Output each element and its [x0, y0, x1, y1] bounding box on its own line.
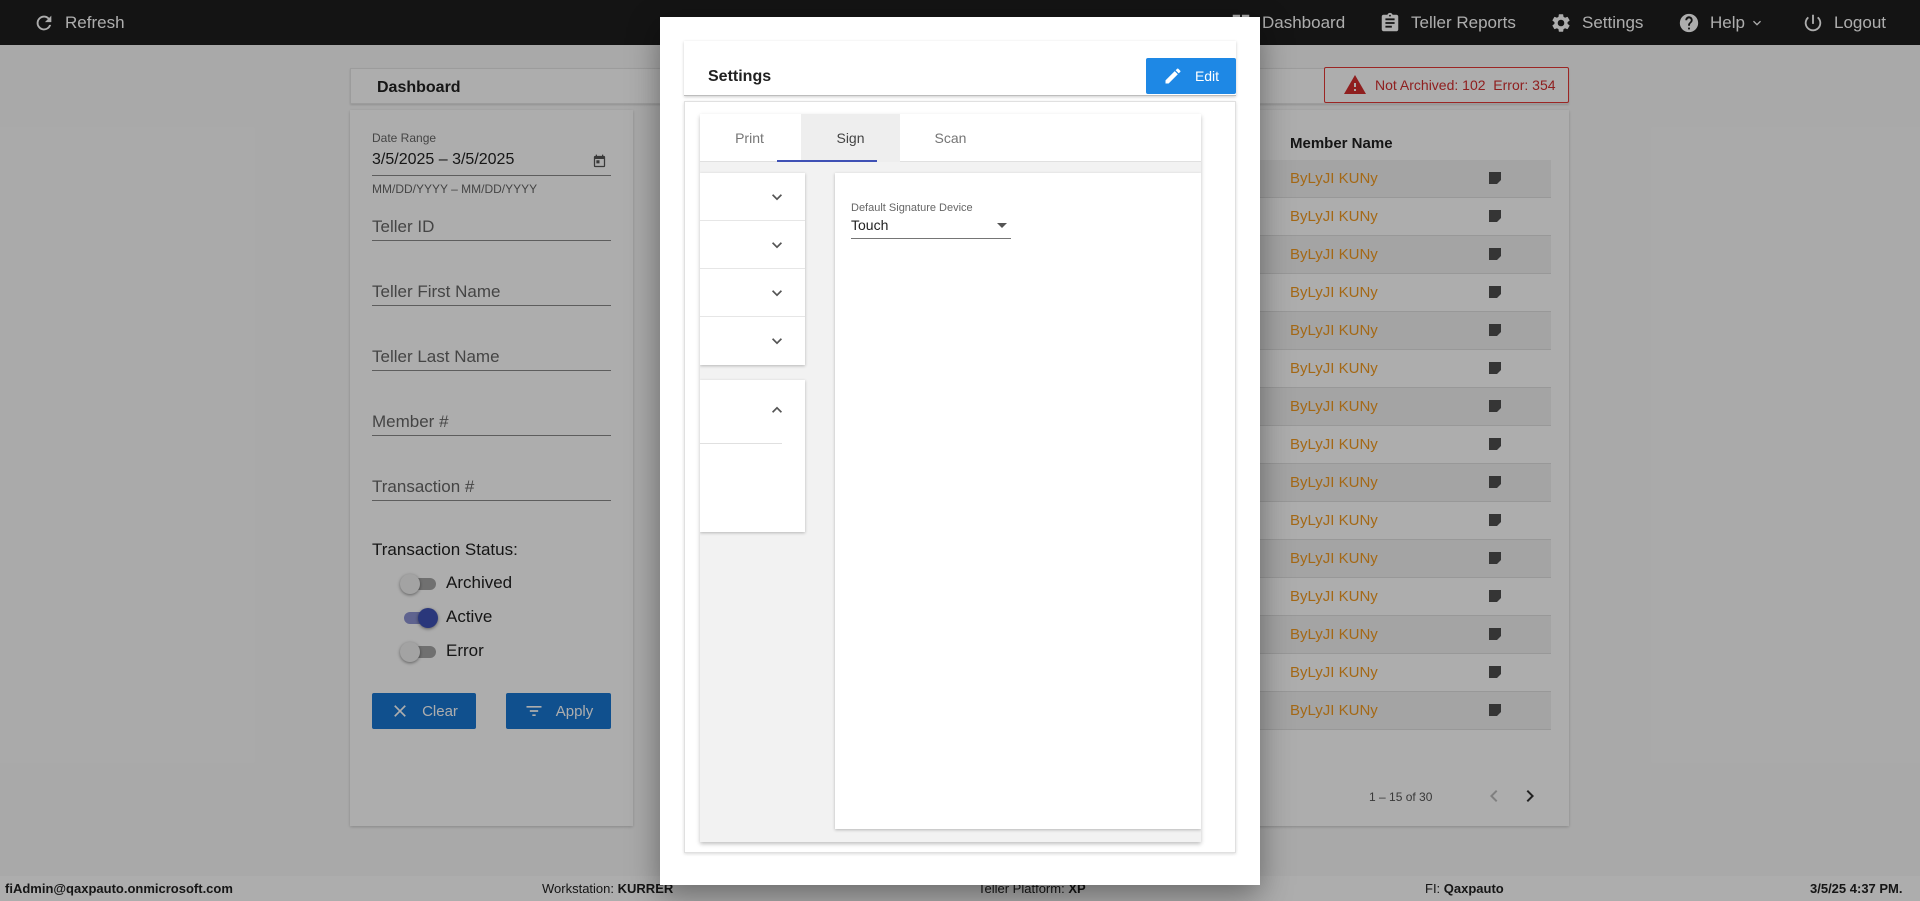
tab-print[interactable]: Print	[700, 114, 799, 162]
divider	[700, 443, 782, 444]
chevron-down-icon	[772, 338, 782, 345]
signature-device-label: Default Signature Device	[851, 202, 973, 214]
expansion-panel-header[interactable]	[700, 269, 805, 317]
settings-tabs-card: Print Sign Scan Default Signature Device…	[700, 114, 1201, 842]
settings-dialog-body: Print Sign Scan Default Signature Device…	[684, 101, 1236, 853]
chevron-down-icon	[772, 242, 782, 249]
settings-tab-bar: Print Sign Scan	[700, 114, 1201, 162]
expansion-panel-group	[700, 173, 805, 365]
edit-button[interactable]: Edit	[1146, 58, 1236, 94]
tab-scan[interactable]: Scan	[901, 114, 1000, 162]
edit-button-label: Edit	[1194, 68, 1220, 84]
dropdown-arrow-icon	[997, 223, 1007, 228]
expanded-panel	[700, 380, 805, 532]
sign-settings-card: Default Signature Device Touch	[835, 173, 1201, 829]
chevron-up-icon	[772, 406, 782, 413]
chevron-down-icon	[772, 194, 782, 201]
settings-dialog: Settings Edit Print Sign Scan Default Si…	[660, 17, 1260, 885]
settings-dialog-header: Settings Edit	[684, 41, 1236, 96]
active-tab-indicator	[777, 160, 877, 162]
expansion-panel-header[interactable]	[700, 317, 805, 365]
expansion-panel-header[interactable]	[700, 221, 805, 269]
pencil-icon	[1165, 68, 1181, 84]
expansion-panel-header[interactable]	[700, 173, 805, 221]
signature-device-value: Touch	[851, 217, 889, 233]
settings-dialog-title: Settings	[708, 68, 772, 85]
chevron-down-icon	[772, 290, 782, 297]
tab-sign[interactable]: Sign	[801, 114, 900, 162]
expanded-panel-header[interactable]	[767, 400, 787, 425]
signature-device-select[interactable]: Touch	[851, 217, 1011, 239]
